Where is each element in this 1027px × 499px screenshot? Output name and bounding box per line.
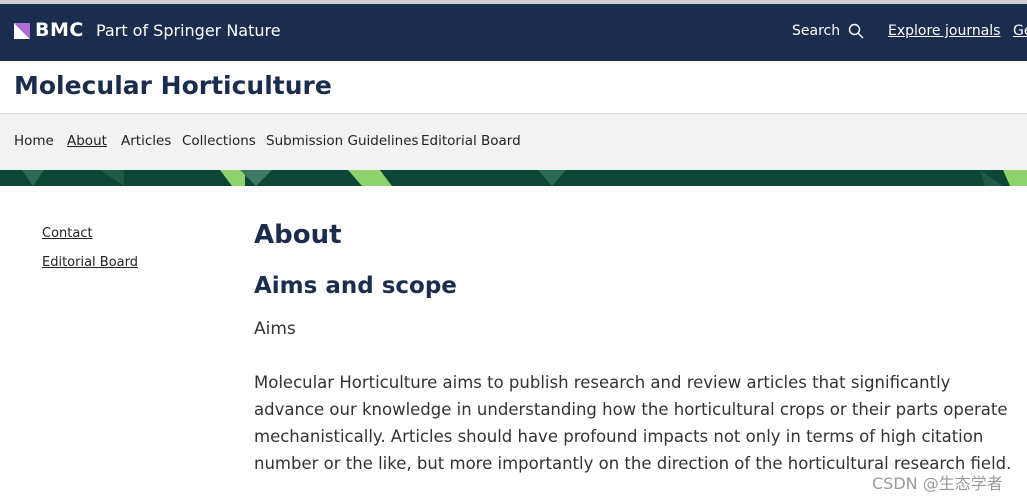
watermark-text: CSDN @生态学者 xyxy=(872,474,1003,493)
search-label: Search xyxy=(792,23,841,39)
search-icon xyxy=(848,23,864,39)
nav-item-submission-guidelines[interactable]: Submission Guidelines xyxy=(266,133,419,149)
nav-item-articles[interactable]: Articles xyxy=(121,133,171,149)
nav-item-home[interactable]: Home xyxy=(14,133,54,149)
bmc-logo-icon xyxy=(14,23,30,39)
brand-name[interactable]: BMC xyxy=(35,19,84,41)
main-content: About Aims and scope Aims Molecular Hort… xyxy=(254,220,1024,477)
decorative-banner xyxy=(0,170,1027,186)
search-button[interactable]: Search xyxy=(792,23,864,39)
journal-nav: Home About Articles Collections Submissi… xyxy=(0,114,1027,170)
section-heading: Aims and scope xyxy=(254,273,457,299)
journal-header: Molecular Horticulture xyxy=(0,61,1027,114)
page-heading: About xyxy=(254,220,342,250)
brand-tagline: Part of Springer Nature xyxy=(96,21,281,40)
explore-journals-link[interactable]: Explore journals xyxy=(888,23,1000,39)
publisher-top-bar: BMC Part of Springer Nature Search Explo… xyxy=(0,4,1027,61)
aims-paragraph: Molecular Horticulture aims to publish r… xyxy=(254,373,1012,473)
nav-item-editorial-board[interactable]: Editorial Board xyxy=(421,133,521,149)
sidebar-nav: Contact Editorial Board xyxy=(42,226,138,284)
nav-item-collections[interactable]: Collections xyxy=(182,133,256,149)
nav-item-about[interactable]: About xyxy=(67,133,107,149)
sidebar-link-contact[interactable]: Contact xyxy=(42,226,138,241)
journal-title[interactable]: Molecular Horticulture xyxy=(14,71,332,100)
banner-pattern-icon xyxy=(22,170,1027,186)
aims-label: Aims xyxy=(254,319,296,339)
sidebar-link-editorial-board[interactable]: Editorial Board xyxy=(42,255,138,270)
get-published-link[interactable]: Ge xyxy=(1013,23,1027,39)
